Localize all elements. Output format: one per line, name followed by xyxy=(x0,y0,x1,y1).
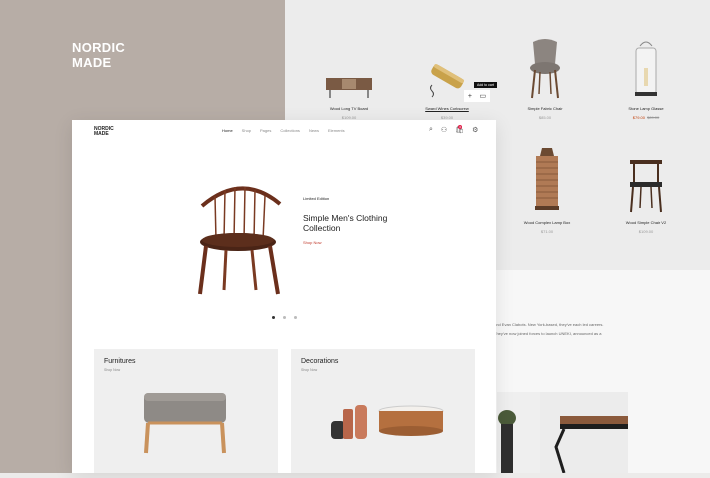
top-navigation: NORDIC MADE Home Shop Pages Collections … xyxy=(72,120,496,142)
product-card[interactable]: Wood Simple Chair V2 $109.00 xyxy=(601,146,691,234)
category-card-decorations[interactable]: Decorations Shop Now xyxy=(291,349,475,473)
product-name: Wood Complex Lamp Box xyxy=(523,220,571,225)
product-card[interactable]: Simple Fabric Chair $85.00 xyxy=(500,30,590,120)
product-price: $71.00 xyxy=(540,229,554,234)
vases-image xyxy=(327,401,447,448)
product-card[interactable]: Wood Complex Lamp Box $71.00 xyxy=(502,142,592,234)
product-name: Simple Fabric Chair xyxy=(527,106,563,111)
add-to-cart-tooltip: Add to cart xyxy=(474,82,497,88)
cart-icon[interactable]: 🛍 0 xyxy=(455,125,464,134)
product-card[interactable]: Sward Wines Corkscrew $39.00 xyxy=(402,40,492,120)
quick-actions: + ▭ xyxy=(464,90,490,102)
slider-dot[interactable] xyxy=(283,316,286,319)
plant-image xyxy=(497,392,541,473)
slider-dots xyxy=(272,316,297,319)
product-name[interactable]: Sward Wines Corkscrew xyxy=(402,106,492,111)
about-line-2: They've now joined forces to launch UNEK… xyxy=(494,331,602,336)
search-icon[interactable]: ⌕ xyxy=(429,126,433,134)
lamp-box-image xyxy=(502,142,592,214)
category-card-furnitures[interactable]: Furnitures Shop Now xyxy=(94,349,278,473)
old-price: $89.00 xyxy=(647,115,660,120)
plus-icon[interactable]: + xyxy=(468,93,472,100)
product-price: $109.00 xyxy=(638,229,654,234)
compare-icon[interactable]: ▭ xyxy=(480,92,487,100)
settings-icon[interactable]: ⚙ xyxy=(472,126,478,134)
side-table-image xyxy=(540,392,628,474)
hero-eyebrow: Limited Edition xyxy=(303,196,330,201)
fabric-chair-image xyxy=(500,30,590,100)
hero-shop-now-link[interactable]: Shop Now xyxy=(303,240,321,245)
brand-line-2: MADE xyxy=(72,55,112,70)
wood-chair-image xyxy=(601,146,691,214)
card-shop-link[interactable]: Shop Now xyxy=(104,368,120,372)
user-icon[interactable]: ⚇ xyxy=(441,126,447,134)
about-line-1: and Evan Clabots. New York-based, they'v… xyxy=(494,322,604,327)
slider-dot[interactable] xyxy=(272,316,275,319)
product-price: $79.00 $89.00 xyxy=(601,115,691,120)
menu-item-elements[interactable]: Elements xyxy=(328,128,345,133)
slider-dot[interactable] xyxy=(294,316,297,319)
hero-chair-image xyxy=(180,170,290,303)
tv-board-image xyxy=(304,40,394,100)
brand-line-1: NORDIC xyxy=(72,40,126,55)
card-shop-link[interactable]: Shop Now xyxy=(301,368,317,372)
about-text: and Evan Clabots. New York-based, they'v… xyxy=(494,320,704,338)
brand-title: NORDIC MADE xyxy=(72,40,125,70)
homepage-preview: NORDIC MADE Home Shop Pages Collections … xyxy=(72,120,496,473)
menu-item-shop[interactable]: Shop xyxy=(242,128,251,133)
product-price: $85.00 xyxy=(538,115,552,120)
product-name: Wood Long TV Board xyxy=(329,106,369,111)
glass-lamp-image xyxy=(601,34,691,100)
menu-item-pages[interactable]: Pages xyxy=(260,128,271,133)
site-logo[interactable]: NORDIC MADE xyxy=(94,127,114,137)
ottoman-image xyxy=(140,389,230,460)
cart-badge: 0 xyxy=(458,125,463,129)
product-name: Wood Simple Chair V2 xyxy=(625,220,667,225)
hero-title: Simple Men's Clothing Collection xyxy=(303,213,388,233)
menu-item-news[interactable]: News xyxy=(309,128,319,133)
header-icons: ⌕ ⚇ 🛍 0 ⚙ xyxy=(429,125,478,134)
sale-price: $79.00 xyxy=(632,115,645,120)
menu-item-collections[interactable]: Collections xyxy=(280,128,300,133)
product-card[interactable]: Wood Long TV Board $109.00 xyxy=(304,40,394,120)
product-name: Stone Lamp Glasse xyxy=(628,106,664,111)
logo-line-2: MADE xyxy=(94,131,109,137)
product-card[interactable]: Stone Lamp Glasse $79.00 $89.00 xyxy=(601,34,691,120)
card-title: Furnitures xyxy=(104,358,136,365)
card-title: Decorations xyxy=(301,358,339,365)
menu-item-home[interactable]: Home xyxy=(222,128,233,133)
main-menu: Home Shop Pages Collections News Element… xyxy=(222,128,345,133)
